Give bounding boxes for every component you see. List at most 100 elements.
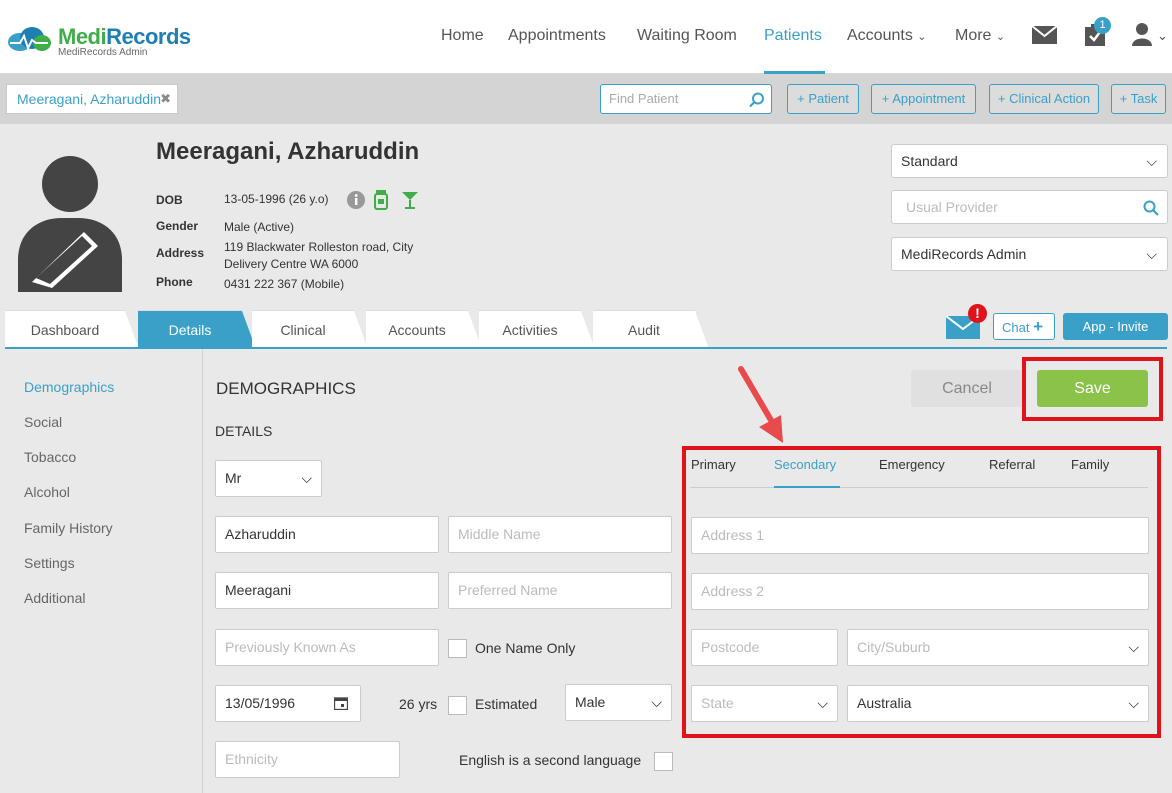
second-language-label: English is a second language [459,752,642,768]
open-patient-tab[interactable]: Meeragani, Azharuddin ✖ [6,84,178,114]
tab-details[interactable]: Details [138,310,256,349]
address-tab-emergency[interactable]: Emergency [879,457,945,472]
close-icon[interactable]: ✖ [160,85,171,113]
app-invite-button[interactable]: App - Invite [1063,313,1168,340]
address-tab-active-indicator [774,486,840,488]
title-select[interactable]: Mr ⌵ [215,460,322,497]
second-language-checkbox[interactable] [654,752,673,771]
one-name-only-checkbox[interactable] [448,639,467,658]
section-title: DEMOGRAPHICS [216,379,356,398]
info-icon[interactable] [347,191,365,209]
state-select[interactable]: State ⌵ [691,685,838,722]
dob-value: 13-05-1996 (26 y.o) [224,192,329,206]
add-clinical-action-button[interactable]: + Clinical Action [989,84,1099,114]
medication-icon[interactable] [374,190,388,210]
address-tab-secondary[interactable]: Secondary [774,457,836,472]
address-line-1: 119 Blackwater Rolleston road, City [224,240,414,254]
nav-appointments[interactable]: Appointments [508,27,606,45]
tab-activities[interactable]: Activities [479,310,595,349]
app-logo[interactable]: MediRecords MediRecords Admin [6,20,206,60]
practice-select[interactable]: MediRecords Admin ⌵ [891,237,1168,271]
address-label: Address [156,246,205,260]
cancel-button[interactable]: Cancel [911,370,1023,407]
cloud-logo-icon [8,27,51,51]
address-tab-primary[interactable]: Primary [691,457,736,472]
chevron-down-icon: ⌵ [301,470,312,486]
nav-home[interactable]: Home [441,27,484,45]
tab-audit[interactable]: Audit [593,310,709,349]
sidebar-item-settings[interactable]: Settings [24,555,75,571]
patient-header: Meeragani, Azharuddin DOB 13-05-1996 (26… [0,124,1172,310]
chevron-down-icon: ⌵ [1128,695,1139,711]
sidebar-item-additional[interactable]: Additional [24,590,86,606]
address-line-2: Delivery Centre WA 6000 [224,257,359,271]
annotation-arrow-icon [738,366,783,443]
mail-icon[interactable] [1032,26,1057,44]
gender-label: Gender [156,219,199,233]
search-icon[interactable] [749,92,765,108]
add-task-button[interactable]: + Task [1111,84,1166,114]
chat-button[interactable]: Chat + [993,313,1055,340]
country-select[interactable]: Australia ⌵ [847,685,1149,722]
usual-provider-input[interactable]: Usual Provider [891,190,1168,224]
first-name-input[interactable]: Azharuddin [215,516,439,553]
ethnicity-input[interactable]: Ethnicity [215,741,400,778]
chevron-down-icon: ⌄ [995,31,1006,43]
sidebar-item-alcohol[interactable]: Alcohol [24,484,70,500]
address-1-input[interactable]: Address 1 [691,517,1149,554]
chevron-down-icon: ⌵ [1146,246,1157,262]
gender-value: Male (Active) [224,220,295,234]
nav-waiting-room[interactable]: Waiting Room [637,27,737,45]
billing-type-select[interactable]: Standard ⌵ [891,144,1168,178]
address-2-input[interactable]: Address 2 [691,573,1149,610]
alcohol-icon[interactable] [401,191,419,209]
middle-name-input[interactable]: Middle Name [448,516,672,553]
chevron-down-icon[interactable]: ⌄ [1157,28,1168,44]
city-suburb-select[interactable]: City/Suburb ⌵ [847,629,1149,666]
chevron-down-icon: ⌵ [651,694,662,710]
phone-value: 0431 222 367 (Mobile) [224,277,345,291]
preferred-name-input[interactable]: Preferred Name [448,572,672,609]
tab-dashboard[interactable]: Dashboard [5,310,139,349]
patient-name: Meeragani, Azharuddin [156,138,420,165]
nav-accounts[interactable]: Accounts ⌄ [847,27,926,45]
address-tab-referral[interactable]: Referral [989,457,1035,472]
patient-avatar-icon [18,156,122,292]
tab-clinical[interactable]: Clinical [252,310,368,349]
task-count-badge: 1 [1094,17,1111,34]
sidebar-item-tobacco[interactable]: Tobacco [24,449,76,465]
user-profile-icon[interactable] [1132,22,1156,46]
postcode-input[interactable]: Postcode [691,629,838,666]
estimated-checkbox[interactable] [448,696,467,715]
details-subtitle: DETAILS [215,423,273,439]
address-tab-family[interactable]: Family [1071,457,1109,472]
add-appointment-button[interactable]: + Appointment [871,84,976,114]
chevron-down-icon: ⌄ [917,31,927,43]
add-patient-button[interactable]: + Patient [787,84,859,114]
dob-input[interactable]: 13/05/1996 [215,685,361,722]
phone-label: Phone [156,275,193,289]
sex-select[interactable]: Male ⌵ [565,684,672,721]
top-navbar: MediRecords MediRecords Admin Home Appoi… [0,0,1172,74]
calendar-icon[interactable] [334,696,348,710]
save-highlight-box [1022,357,1163,421]
age-value: 26 yrs [399,696,438,712]
sidebar-item-social[interactable]: Social [24,414,62,430]
plus-icon: + [1033,317,1044,336]
chevron-down-icon: ⌵ [1146,153,1157,169]
app-subtitle: MediRecords Admin [58,47,148,58]
search-icon[interactable] [1143,200,1159,216]
patient-toolbar: Meeragani, Azharuddin ✖ Find Patient + Pa… [0,74,1172,124]
one-name-only-label: One Name Only [475,640,576,656]
dob-label: DOB [156,193,183,207]
alert-badge: ! [968,304,987,323]
sidebar-item-family-history[interactable]: Family History [24,520,113,536]
tab-accounts[interactable]: Accounts [366,310,482,349]
previously-known-as-input[interactable]: Previously Known As [215,629,439,666]
sidebar-item-demographics[interactable]: Demographics [24,379,114,395]
find-patient-input[interactable]: Find Patient [600,84,772,114]
nav-more[interactable]: More ⌄ [955,27,1005,45]
nav-patients[interactable]: Patients [764,27,822,45]
last-name-input[interactable]: Meeragani [215,572,439,609]
chevron-down-icon: ⌵ [1128,639,1139,655]
